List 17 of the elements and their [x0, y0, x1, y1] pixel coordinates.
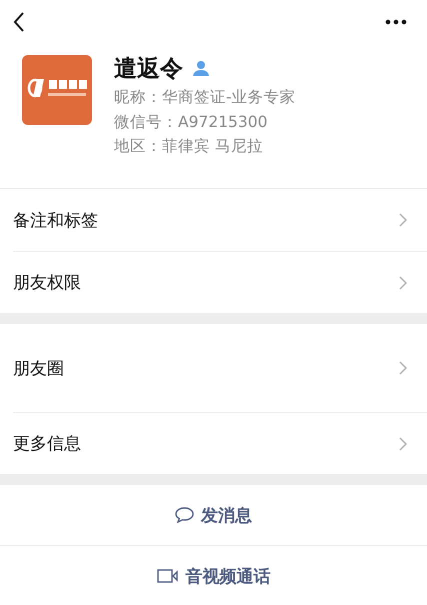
person-icon [193, 60, 209, 76]
profile-detail: 昵称：华商签证-业务专家 [114, 87, 296, 108]
profile-detail: 地区：菲律宾 马尼拉 [114, 136, 264, 157]
chevron-icon [399, 436, 407, 450]
message-button[interactable]: 发消息 [169, 500, 258, 530]
chevron-icon [399, 276, 407, 290]
contact-name: 遣返令 [114, 54, 183, 84]
settings-row[interactable]: 备注和标签 [13, 189, 427, 251]
back-icon[interactable] [13, 12, 25, 32]
more-icon[interactable] [385, 19, 407, 25]
settings-row[interactable]: 朋友圈 [13, 324, 427, 412]
video-camera-icon [156, 569, 178, 583]
video-call-button[interactable]: 音视频通话 [150, 560, 276, 592]
chevron-icon [399, 361, 407, 375]
chevron-icon [399, 213, 407, 227]
profile-detail: 微信号：A97215300 [114, 112, 268, 132]
chat-bubble-icon [175, 507, 194, 523]
